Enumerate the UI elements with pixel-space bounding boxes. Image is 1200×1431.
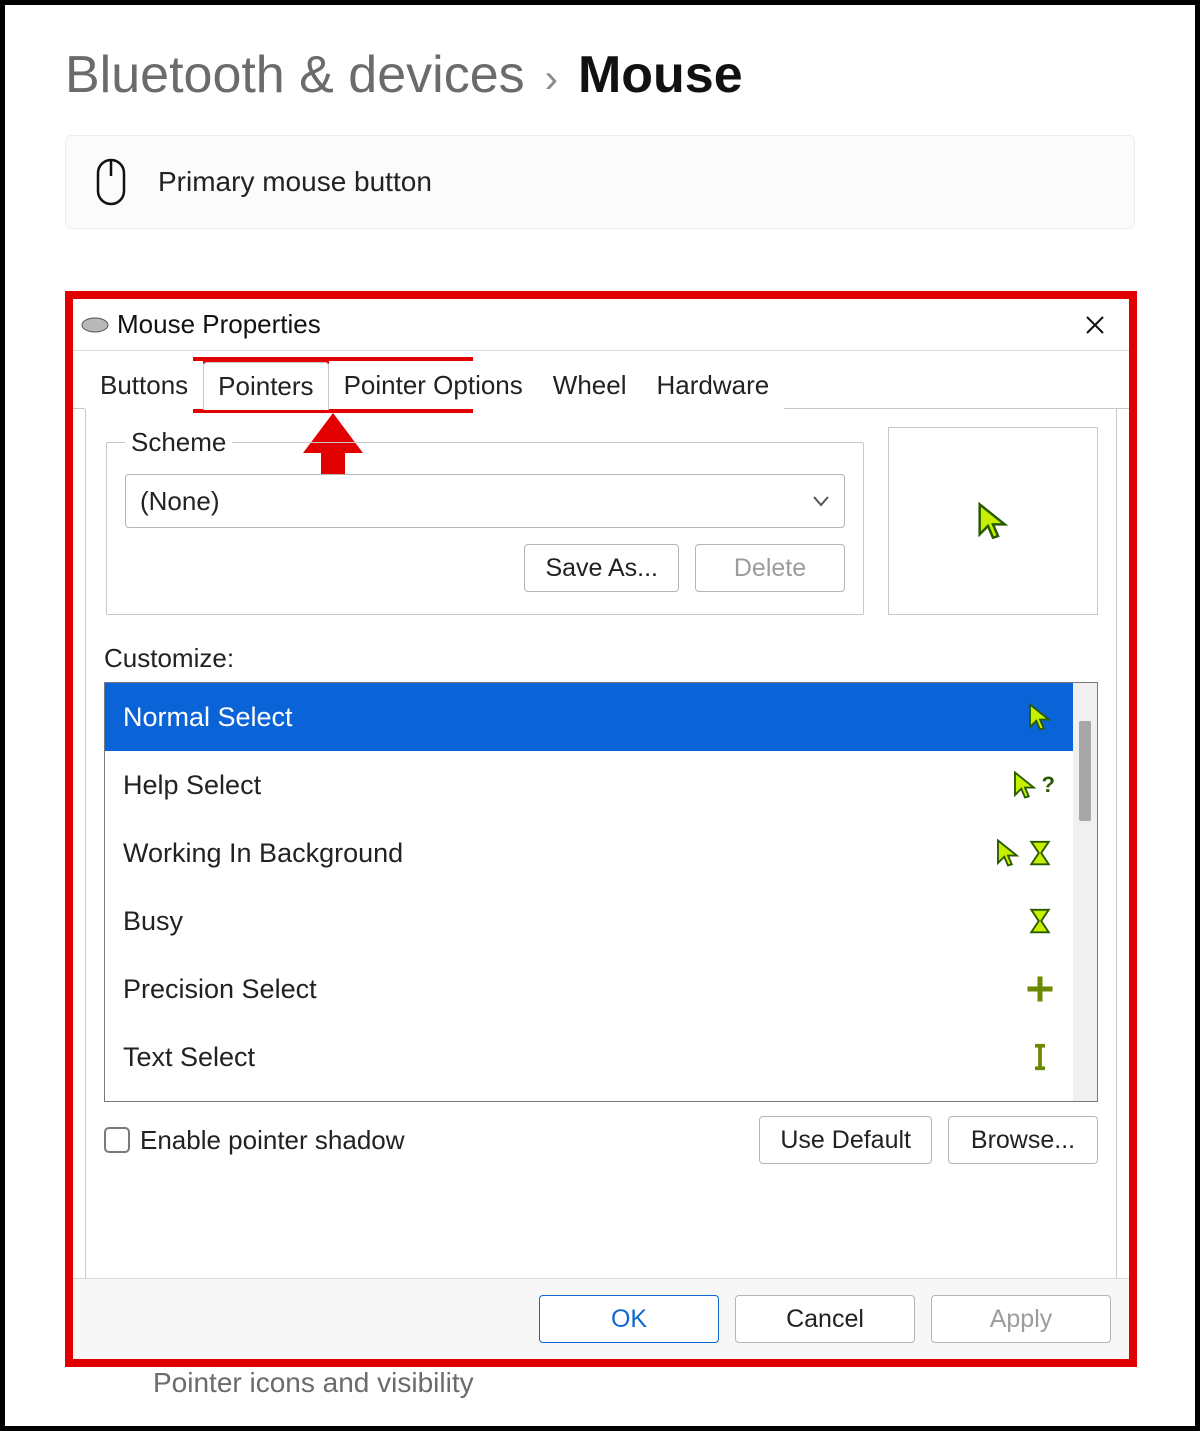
- list-item-busy[interactable]: Busy: [105, 887, 1073, 955]
- breadcrumb: Bluetooth & devices › Mouse: [5, 5, 1195, 135]
- list-item-working-background[interactable]: Working In Background: [105, 819, 1073, 887]
- scrollbar[interactable]: [1073, 683, 1097, 1101]
- checkbox-label: Enable pointer shadow: [140, 1125, 405, 1156]
- delete-button: Delete: [695, 544, 845, 592]
- close-button[interactable]: [1075, 305, 1115, 345]
- scheme-selected-value: (None): [140, 486, 219, 517]
- arrow-cursor-icon: [1025, 702, 1055, 732]
- browse-button[interactable]: Browse...: [948, 1116, 1098, 1164]
- enable-pointer-shadow-checkbox[interactable]: Enable pointer shadow: [104, 1125, 405, 1156]
- chevron-right-icon: ›: [545, 57, 558, 102]
- tab-pointers[interactable]: Pointers: [203, 362, 328, 410]
- scheme-legend: Scheme: [125, 427, 232, 458]
- list-item-label: Text Select: [123, 1042, 255, 1073]
- arrow-question-cursor-icon: ?: [1010, 770, 1055, 800]
- dialog-title: Mouse Properties: [117, 309, 1075, 340]
- save-as-button[interactable]: Save As...: [524, 544, 679, 592]
- cursor-preview: [888, 427, 1098, 615]
- list-item-label: Precision Select: [123, 974, 317, 1005]
- settings-row-label: Primary mouse button: [158, 166, 432, 198]
- settings-row-primary-button[interactable]: Primary mouse button: [65, 135, 1135, 229]
- list-item-label: Normal Select: [123, 702, 293, 733]
- list-item-normal-select[interactable]: Normal Select: [105, 683, 1073, 751]
- mouse-properties-dialog: Mouse Properties Buttons Pointers Pointe…: [65, 291, 1137, 1367]
- hourglass-cursor-icon: [1025, 906, 1055, 936]
- mouse-small-icon: [81, 316, 109, 334]
- scheme-select[interactable]: (None): [125, 474, 845, 528]
- ibeam-cursor-icon: [1025, 1042, 1055, 1072]
- tab-panel-pointers: Scheme (None) Save As... Delete: [85, 409, 1117, 1299]
- tab-wheel[interactable]: Wheel: [538, 361, 642, 409]
- list-item-label: Working In Background: [123, 838, 403, 869]
- close-icon: [1084, 314, 1106, 336]
- mouse-icon: [94, 158, 128, 206]
- cursor-list: Normal Select Help Select ? Working: [104, 682, 1098, 1102]
- cancel-button[interactable]: Cancel: [735, 1295, 915, 1343]
- tab-pointer-options[interactable]: Pointer Options: [329, 361, 538, 409]
- arrow-cursor-icon: [973, 501, 1013, 541]
- cross-cursor-icon: [1025, 974, 1055, 1004]
- scrollbar-thumb[interactable]: [1079, 721, 1091, 821]
- checkbox-icon: [104, 1127, 130, 1153]
- tab-hardware[interactable]: Hardware: [641, 361, 784, 409]
- apply-button: Apply: [931, 1295, 1111, 1343]
- use-default-button[interactable]: Use Default: [759, 1116, 932, 1164]
- scheme-fieldset: Scheme (None) Save As... Delete: [106, 427, 864, 615]
- arrow-hourglass-cursor-icon: [993, 838, 1055, 868]
- chevron-down-icon: [812, 495, 830, 507]
- tab-strip: Buttons Pointers Pointer Options Wheel H…: [73, 361, 1129, 409]
- settings-row-label: Pointer icons and visibility: [153, 1367, 474, 1399]
- titlebar: Mouse Properties: [73, 299, 1129, 351]
- dialog-footer: OK Cancel Apply: [73, 1278, 1129, 1359]
- list-item-help-select[interactable]: Help Select ?: [105, 751, 1073, 819]
- list-item-label: Busy: [123, 906, 183, 937]
- ok-button[interactable]: OK: [539, 1295, 719, 1343]
- breadcrumb-parent[interactable]: Bluetooth & devices: [65, 45, 525, 105]
- settings-row-pointer-visibility[interactable]: Pointer icons and visibility: [125, 1361, 1075, 1405]
- customize-label: Customize:: [104, 643, 1098, 674]
- tab-buttons[interactable]: Buttons: [85, 361, 203, 409]
- list-item-text-select[interactable]: Text Select: [105, 1023, 1073, 1091]
- list-item-label: Help Select: [123, 770, 261, 801]
- breadcrumb-current: Mouse: [578, 45, 743, 105]
- list-item-precision-select[interactable]: Precision Select: [105, 955, 1073, 1023]
